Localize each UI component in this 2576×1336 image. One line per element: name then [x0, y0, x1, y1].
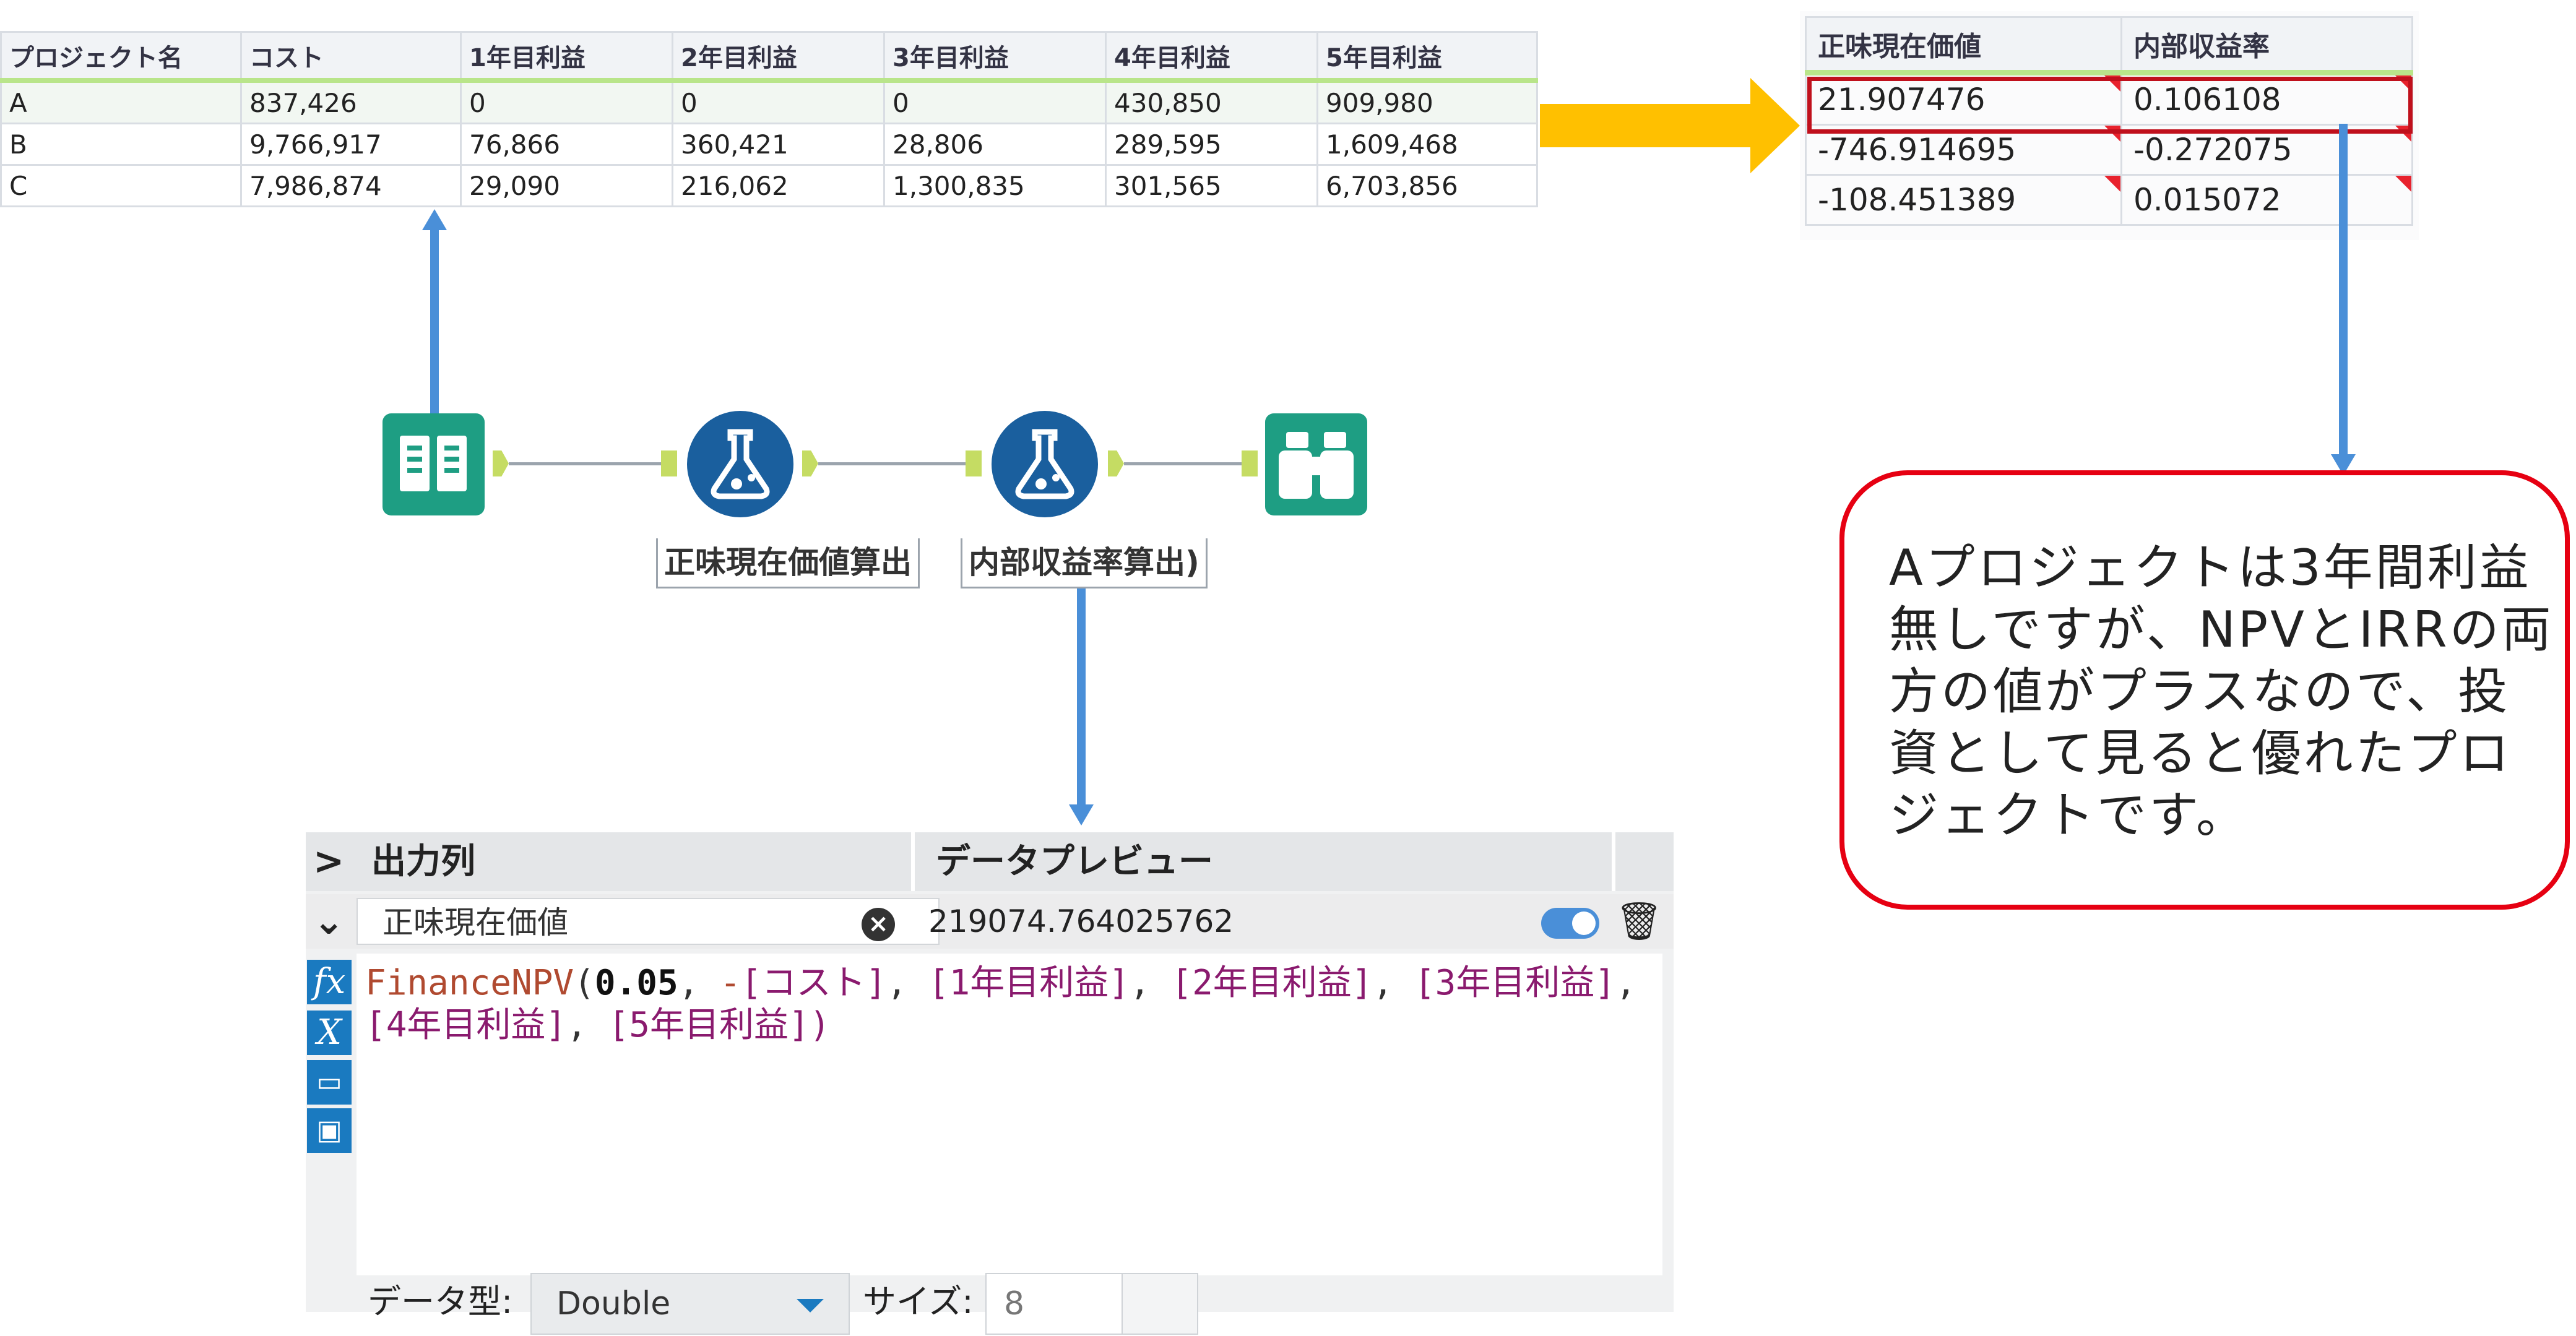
browse-tool[interactable]	[1265, 413, 1367, 515]
preview-value: 219074.764025762	[928, 903, 1234, 939]
enable-toggle[interactable]	[1541, 908, 1599, 939]
formula-expression[interactable]: FinanceNPV(0.05, -[コスト], [1年目利益], [2年目利益…	[365, 962, 1653, 1046]
formula-flask-icon	[711, 429, 770, 499]
cell-flag-icon	[2395, 176, 2411, 192]
formula-config-panel: > 出力列 データプレビュー ⌄ 正味現在価値 × 219074.7640257…	[306, 832, 1674, 1335]
blue-arrow-line	[2339, 124, 2348, 458]
callout-box: Aプロジェクトは3年間利益無しですが、NPVとIRRの両方の値がプラスなので、投…	[1839, 470, 2570, 910]
table-cell[interactable]: -108.451389	[1805, 174, 2122, 226]
input-data-book-icon	[400, 436, 467, 491]
table-cell[interactable]: 9,766,917	[240, 123, 462, 166]
column-header[interactable]: 正味現在価値	[1805, 16, 2122, 75]
column-header[interactable]: コスト	[240, 31, 462, 83]
column-header[interactable]: 1年目利益	[460, 31, 673, 83]
table-cell[interactable]: 360,421	[672, 123, 885, 166]
tool-annotation: 内部収益率算出)	[961, 538, 1208, 588]
input-anchor[interactable]	[661, 450, 677, 476]
table-header-row: 正味現在価値 内部収益率	[1805, 16, 2413, 75]
column-header[interactable]: 3年目利益	[883, 31, 1107, 83]
tool-annotation: 正味現在価値算出	[656, 538, 920, 588]
table-cell[interactable]: 0	[460, 79, 673, 124]
table-cell[interactable]: 7,986,874	[240, 164, 462, 207]
formula-tool-irr[interactable]	[992, 411, 1098, 517]
table-cell[interactable]: 0	[883, 79, 1107, 124]
formula-flask-icon	[1015, 429, 1074, 499]
table-cell[interactable]: 216,062	[672, 164, 885, 207]
data-type-select[interactable]: Double	[530, 1273, 850, 1335]
table-cell[interactable]: 29,090	[460, 164, 673, 207]
table-cell[interactable]: 76,866	[460, 123, 673, 166]
table-cell[interactable]: 301,565	[1105, 164, 1318, 207]
column-header[interactable]: 内部収益率	[2120, 16, 2413, 75]
dropdown-caret-icon	[797, 1299, 824, 1312]
table-row[interactable]: A 837,426 0 0 0 430,850 909,980	[0, 79, 1538, 124]
table-cell[interactable]: 1,300,835	[883, 164, 1107, 207]
arrow-down-icon	[1069, 804, 1094, 825]
arrow-up-icon	[422, 209, 447, 230]
output-column-header: 出力列	[371, 842, 475, 882]
table-cell[interactable]: 6,703,856	[1316, 164, 1538, 207]
browse-binoculars-icon	[1279, 432, 1354, 499]
connection-line[interactable]	[509, 462, 663, 465]
column-header[interactable]: 2年目利益	[672, 31, 885, 83]
data-type-label: データ型:	[368, 1282, 513, 1321]
column-header[interactable]: 5年目利益	[1316, 31, 1538, 83]
column-divider	[1612, 832, 1615, 891]
output-field-name-input[interactable]: 正味現在価値	[357, 898, 940, 945]
data-preview-header: データプレビュー	[936, 842, 1213, 882]
connection-line[interactable]	[1124, 462, 1248, 465]
highlight-box	[1807, 77, 2413, 134]
output-anchor[interactable]	[493, 450, 509, 476]
variable-x-icon[interactable]: X	[307, 1011, 352, 1055]
chevron-right-icon[interactable]: >	[313, 832, 344, 891]
table-cell[interactable]: 0	[672, 79, 885, 124]
column-divider	[911, 832, 915, 891]
table-row[interactable]: -108.451389 0.015072	[1805, 174, 2413, 226]
output-anchor[interactable]	[802, 450, 818, 476]
table-cell[interactable]: 837,426	[240, 79, 462, 124]
table-cell[interactable]: 0.015072	[2120, 174, 2413, 226]
callout-text: Aプロジェクトは3年間利益無しですが、NPVとIRRの両方の値がプラスなので、投…	[1889, 539, 2554, 844]
size-label: サイズ:	[863, 1282, 974, 1321]
table-cell[interactable]: 430,850	[1105, 79, 1318, 124]
table-row[interactable]: B 9,766,917 76,866 360,421 28,806 289,59…	[0, 123, 1538, 166]
column-header[interactable]: プロジェクト名	[0, 31, 242, 83]
blue-arrow-line	[1077, 579, 1086, 808]
table-row[interactable]: C 7,986,874 29,090 216,062 1,300,835 301…	[0, 164, 1538, 207]
table-cell[interactable]: B	[0, 123, 242, 166]
table-cell[interactable]: 909,980	[1316, 79, 1538, 124]
output-anchor[interactable]	[1108, 450, 1124, 476]
clear-icon[interactable]: ×	[862, 908, 895, 941]
table-cell[interactable]: 1,609,468	[1316, 123, 1538, 166]
yellow-right-arrow-icon	[1540, 78, 1800, 173]
open-folder-icon[interactable]: ▭	[307, 1060, 352, 1105]
save-icon[interactable]: ▣	[307, 1108, 352, 1153]
panel-footer: データ型: Double サイズ: 8	[306, 1273, 1674, 1335]
table-header-row: プロジェクト名 コスト 1年目利益 2年目利益 3年目利益 4年目利益 5年目利…	[0, 31, 1538, 83]
chevron-down-icon[interactable]: ⌄	[313, 894, 344, 949]
column-header[interactable]: 4年目利益	[1105, 31, 1318, 83]
delete-icon[interactable]: 🗑	[1615, 898, 1662, 945]
blue-arrow-line	[430, 229, 439, 415]
function-fx-icon[interactable]: fx	[307, 960, 352, 1004]
size-spinner[interactable]	[1122, 1274, 1197, 1334]
input-anchor[interactable]	[1242, 450, 1258, 476]
input-data-table: プロジェクト名 コスト 1年目利益 2年目利益 3年目利益 4年目利益 5年目利…	[0, 31, 1538, 207]
formula-editor[interactable]: FinanceNPV(0.05, -[コスト], [1年目利益], [2年目利益…	[357, 954, 1662, 1275]
connection-line[interactable]	[818, 462, 967, 465]
formula-tool-npv[interactable]	[687, 411, 793, 517]
cell-flag-icon	[2104, 176, 2120, 192]
input-anchor[interactable]	[966, 450, 982, 476]
table-cell[interactable]: 28,806	[883, 123, 1107, 166]
expression-row: ⌄ 正味現在価値 × 219074.764025762 🗑	[306, 894, 1674, 949]
input-data-tool[interactable]	[383, 413, 485, 515]
size-input[interactable]: 8	[985, 1273, 1198, 1335]
table-cell[interactable]: 289,595	[1105, 123, 1318, 166]
table-cell[interactable]: A	[0, 79, 242, 124]
panel-header: > 出力列 データプレビュー	[306, 832, 1674, 891]
table-cell[interactable]: C	[0, 164, 242, 207]
